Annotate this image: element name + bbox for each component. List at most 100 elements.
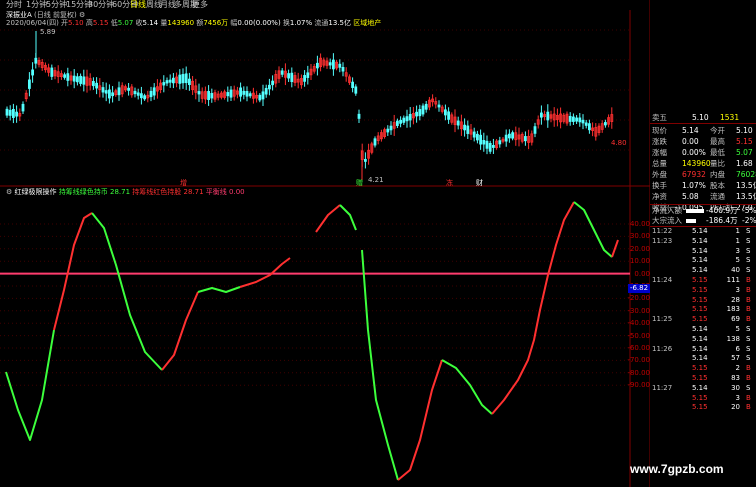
candlestick-series (5, 31, 614, 180)
quote-row: 换手1.07%股本13.5亿 (652, 181, 756, 190)
candle-body (184, 73, 188, 84)
candle-body (239, 87, 243, 97)
candle-body (117, 87, 121, 96)
candle-body (197, 91, 201, 95)
candle-body (72, 75, 76, 82)
candle-body (456, 120, 460, 126)
candle-body (136, 92, 140, 96)
tick-row: 5.14 5 S (692, 325, 751, 333)
candle-body (79, 75, 82, 84)
candle-body (482, 139, 486, 145)
candle-body (76, 76, 79, 83)
indicator-y-tick: 0.00 (634, 269, 650, 278)
candle-body (328, 62, 332, 66)
candle-body (357, 113, 361, 119)
candle-body (63, 74, 66, 78)
event-flag-0: 增 (180, 178, 187, 187)
candle-body (568, 115, 572, 122)
indicator-green-segment (5, 329, 55, 441)
candle-body (507, 133, 511, 139)
indicator-red-segment (161, 291, 199, 371)
max-price-label: 5.89 (40, 28, 56, 36)
indicator-y-tick: 40.00 (629, 220, 650, 228)
candle-body (226, 92, 230, 97)
candle-body (437, 104, 441, 108)
cursor-value-badge: -6.82 (628, 284, 650, 293)
charts-area[interactable]: 5.89 4.21 4.80 增 赠 冻 财 (0, 0, 650, 487)
tick-row: 11:26 5.14 6 S (652, 344, 751, 353)
candle-body (581, 119, 585, 124)
candle-body (95, 82, 98, 89)
indicator-panel-grid (0, 223, 630, 386)
candle-body (354, 86, 358, 94)
candle-body (258, 94, 262, 101)
bigorder-row: 大宗流入 -186.4万 -2% (652, 216, 756, 225)
candle-body (588, 123, 591, 131)
candle-body (242, 90, 246, 95)
candle-body (133, 90, 137, 95)
candle-body (143, 95, 147, 100)
indicator-green-segment (441, 359, 493, 415)
candle-body (331, 59, 335, 70)
quote-divider (650, 123, 756, 124)
indicator-y-tick: 20.00 (629, 244, 650, 253)
candle-body (575, 117, 578, 122)
candle-body (418, 109, 422, 117)
candle-body (11, 109, 15, 118)
candle-body (578, 117, 582, 123)
indicator-name: 红绿极限操作 (14, 188, 57, 196)
indicator-title-line: ⚙ 红绿极限操作 持筹线绿色持币 28.71 持筹线红色持股 28.71 平衡线… (6, 188, 245, 196)
indicator-red-segment (397, 359, 443, 481)
candle-body (572, 116, 575, 122)
candle-body (351, 81, 355, 88)
candle-body (498, 140, 502, 145)
candle-body (315, 62, 319, 69)
candle-body (399, 119, 403, 124)
tick-row: 5.14 5 S (692, 256, 751, 265)
tick-row: 11:25 5.15 69 B (652, 315, 751, 324)
tick-row: 5.15 3 B (692, 393, 751, 402)
candle-body (306, 72, 310, 78)
indicator-y-tick: -50.00 (627, 331, 650, 340)
candle-body (511, 132, 515, 139)
candle-body (111, 92, 114, 97)
tick-row: 5.14 40 S (692, 266, 751, 275)
candle-body (171, 77, 175, 84)
indicator-green-segment (91, 212, 163, 371)
indicator-y-tick: -20.00 (627, 294, 650, 303)
tick-row: 5.15 2 B (692, 364, 751, 373)
quote-panel: 卖五 5.10 1531 现价 5.14 今开 5.10 涨跌 0.00 最高 5.15 涨幅 0.00… (650, 110, 756, 487)
candle-body (271, 80, 275, 86)
candle-body (303, 75, 307, 82)
candle-body (104, 90, 108, 94)
price-right-mark: 4.80 (611, 139, 627, 147)
watermark: www.7gpzb.com (630, 462, 724, 476)
indicator-red-segment (53, 212, 93, 331)
candle-body (5, 108, 9, 116)
indicator-y-tick: -70.00 (627, 356, 650, 365)
indicator-red-segment (315, 204, 341, 233)
candle-body (402, 117, 406, 123)
tick-row: 5.15 28 B (692, 295, 751, 304)
indicator-red-segment (239, 257, 291, 288)
price-panel-grid (0, 0, 650, 487)
candle-body (31, 69, 35, 76)
candle-body (491, 144, 495, 148)
quote-row: 净资5.08流通13.5亿 (652, 192, 756, 201)
candle-body (15, 111, 18, 117)
quote-row: 总量 143960 量比 1.68 (652, 159, 753, 168)
tick-row: 11:23 5.14 1 S (652, 236, 751, 245)
candle-body (504, 134, 508, 142)
candle-body (338, 63, 342, 68)
indicator-y-tick: -30.00 (627, 306, 650, 315)
sell5-row: 卖五 5.10 1531 (652, 113, 740, 122)
event-flag-2: 冻 (446, 178, 453, 187)
tick-row: 5.15 83 B (692, 374, 751, 382)
indicator-settings-icon[interactable]: ⚙ (6, 188, 12, 196)
candle-body (533, 126, 537, 134)
candle-body (447, 111, 451, 120)
candle-body (363, 158, 367, 162)
event-flag-1: 赠 (356, 178, 363, 187)
candle-body (92, 81, 95, 87)
candle-body (405, 116, 409, 122)
